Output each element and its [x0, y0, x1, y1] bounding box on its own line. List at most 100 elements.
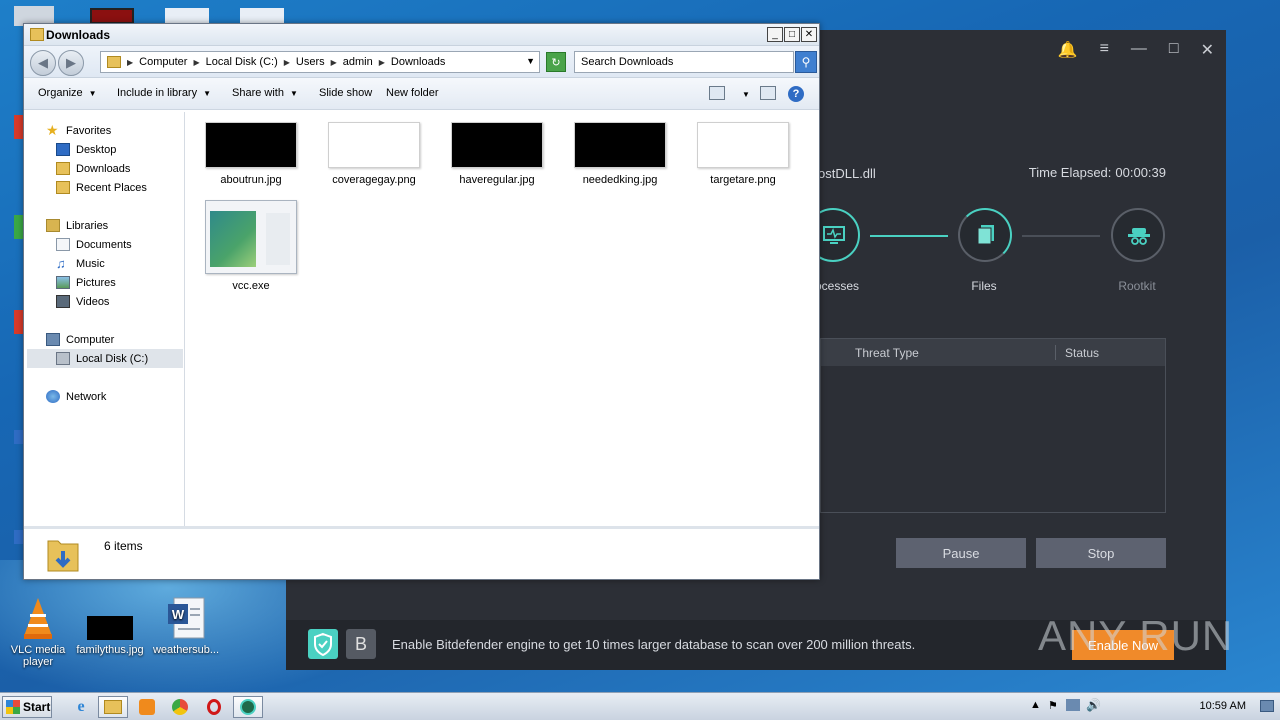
- desktop-icon-familythus[interactable]: familythus.jpg: [72, 596, 148, 656]
- pause-button[interactable]: Pause: [896, 538, 1026, 568]
- step-label-files: Files: [971, 279, 997, 293]
- breadcrumb-admin[interactable]: admin: [343, 56, 373, 68]
- nav-recent-places[interactable]: Recent Places: [56, 181, 147, 194]
- nav-favorites[interactable]: ★ Favorites: [46, 123, 112, 137]
- nav-videos[interactable]: Videos: [56, 295, 109, 308]
- maximize-button[interactable]: □: [784, 27, 800, 42]
- back-button[interactable]: ◀: [30, 50, 56, 76]
- breadcrumb-arrow-icon[interactable]: ▶: [193, 58, 199, 67]
- nav-network[interactable]: Network: [46, 390, 106, 403]
- file-item[interactable]: neededking.jpg: [565, 122, 675, 186]
- step-rootkit: [1111, 208, 1165, 262]
- include-in-library-label: Include in library: [117, 87, 198, 99]
- file-item[interactable]: vcc.exe: [196, 200, 306, 292]
- step-files: [958, 208, 1012, 262]
- help-icon[interactable]: ?: [788, 86, 804, 102]
- desktop-icon-weathersub[interactable]: W weathersub...: [148, 596, 224, 656]
- refresh-button[interactable]: ↻: [546, 52, 566, 72]
- new-folder-button[interactable]: New folder: [386, 87, 439, 99]
- word-doc-icon[interactable]: [165, 8, 209, 24]
- breadcrumb-arrow-icon[interactable]: ▶: [331, 58, 337, 67]
- chrome-icon[interactable]: [165, 696, 195, 718]
- file-item[interactable]: haveregular.jpg: [442, 122, 552, 186]
- antivirus-taskbar-icon[interactable]: [233, 696, 263, 718]
- computer-icon: [46, 333, 60, 346]
- explorer-taskbar-icon[interactable]: [98, 696, 128, 718]
- nav-libraries[interactable]: Libraries: [46, 219, 108, 232]
- maximize-icon[interactable]: □: [1169, 40, 1179, 60]
- nav-desktop[interactable]: Desktop: [56, 143, 116, 156]
- forward-button[interactable]: ▶: [58, 50, 84, 76]
- flag-icon[interactable]: ⚑: [1048, 699, 1058, 712]
- show-hidden-icons[interactable]: ▲: [1030, 699, 1041, 711]
- volume-icon[interactable]: 🔊: [1086, 698, 1101, 712]
- scanning-file: ostDLL.dll: [818, 166, 876, 181]
- file-name: neededking.jpg: [582, 174, 658, 186]
- address-bar[interactable]: ▶ Computer ▶ Local Disk (C:) ▶ Users ▶ a…: [100, 51, 540, 73]
- hard-drive-icon: [56, 352, 70, 365]
- minimize-icon[interactable]: —: [1131, 40, 1147, 60]
- nav-label: Favorites: [66, 124, 112, 137]
- view-icon[interactable]: [709, 86, 725, 100]
- chevron-down-icon: ▼: [203, 89, 212, 98]
- time-elapsed-value: 00:00:39: [1115, 165, 1166, 180]
- opera-icon[interactable]: [199, 696, 229, 718]
- view-options-menu[interactable]: ▼: [736, 88, 750, 100]
- title-bar[interactable]: Downloads _ □ ✕: [24, 24, 819, 46]
- slide-show-button[interactable]: Slide show: [319, 87, 372, 99]
- organize-label: Organize: [38, 87, 83, 99]
- breadcrumb-local-disk[interactable]: Local Disk (C:): [206, 56, 278, 68]
- nav-pictures[interactable]: Pictures: [56, 276, 116, 289]
- file-item[interactable]: targetare.png: [688, 122, 798, 186]
- breadcrumb-downloads[interactable]: Downloads: [391, 56, 445, 68]
- anyrun-watermark: ANY RUN: [1038, 612, 1234, 659]
- internet-explorer-icon[interactable]: e: [66, 696, 96, 718]
- column-status[interactable]: Status: [1065, 346, 1099, 360]
- search-input[interactable]: Search Downloads: [574, 51, 794, 73]
- close-icon[interactable]: ✕: [1201, 40, 1214, 60]
- close-button[interactable]: ✕: [801, 27, 817, 42]
- network-tray-icon[interactable]: [1066, 699, 1080, 711]
- nav-local-disk[interactable]: Local Disk (C:): [27, 349, 183, 368]
- column-threat-type[interactable]: Threat Type: [855, 346, 919, 360]
- breadcrumb-arrow-icon[interactable]: ▶: [127, 58, 133, 67]
- preview-pane-icon[interactable]: [760, 86, 776, 100]
- include-in-library-menu[interactable]: Include in library ▼: [117, 87, 211, 99]
- windows-logo-icon: [6, 700, 20, 714]
- network-icon: [46, 390, 60, 403]
- file-item[interactable]: coveragegay.png: [319, 122, 429, 186]
- bell-icon[interactable]: 🔔: [1058, 40, 1078, 60]
- stop-button[interactable]: Stop: [1036, 538, 1166, 568]
- desktop-icon-label: VLC media player: [10, 644, 66, 668]
- word-doc-icon[interactable]: [240, 8, 284, 24]
- nav-music[interactable]: ♫ Music: [56, 257, 105, 270]
- desktop-app-icon[interactable]: [90, 8, 134, 24]
- image-thumbnail-icon: [451, 122, 543, 168]
- exe-thumbnail-icon: [205, 200, 297, 274]
- breadcrumb-computer[interactable]: Computer: [139, 56, 187, 68]
- nav-computer[interactable]: Computer: [46, 333, 114, 346]
- breadcrumb-users[interactable]: Users: [296, 56, 325, 68]
- pictures-icon: [56, 276, 70, 289]
- start-button[interactable]: Start: [2, 696, 52, 718]
- file-item[interactable]: aboutrun.jpg: [196, 122, 306, 186]
- file-name: aboutrun.jpg: [220, 174, 282, 186]
- minimize-button[interactable]: _: [767, 27, 783, 42]
- word-doc-icon: W: [164, 596, 208, 640]
- system-tray: ▲ ⚑ 🔊 10:59 AM: [1030, 693, 1280, 720]
- menu-icon[interactable]: ≡: [1100, 40, 1109, 60]
- nav-documents[interactable]: Documents: [56, 238, 132, 251]
- chevron-down-icon[interactable]: ▼: [526, 56, 535, 66]
- search-icon[interactable]: ⚲: [795, 51, 817, 73]
- image-thumbnail-icon: [574, 122, 666, 168]
- breadcrumb-arrow-icon[interactable]: ▶: [284, 58, 290, 67]
- clock[interactable]: 10:59 AM: [1200, 700, 1246, 712]
- desktop-icon-vlc[interactable]: VLC media player: [0, 596, 76, 668]
- show-desktop-icon[interactable]: [1260, 700, 1274, 712]
- breadcrumb-arrow-icon[interactable]: ▶: [379, 58, 385, 67]
- share-with-menu[interactable]: Share with ▼: [232, 87, 298, 99]
- organize-menu[interactable]: Organize ▼: [38, 87, 97, 99]
- nav-downloads[interactable]: Downloads: [56, 162, 130, 175]
- media-player-icon[interactable]: [132, 696, 162, 718]
- progress-line: [1022, 235, 1100, 237]
